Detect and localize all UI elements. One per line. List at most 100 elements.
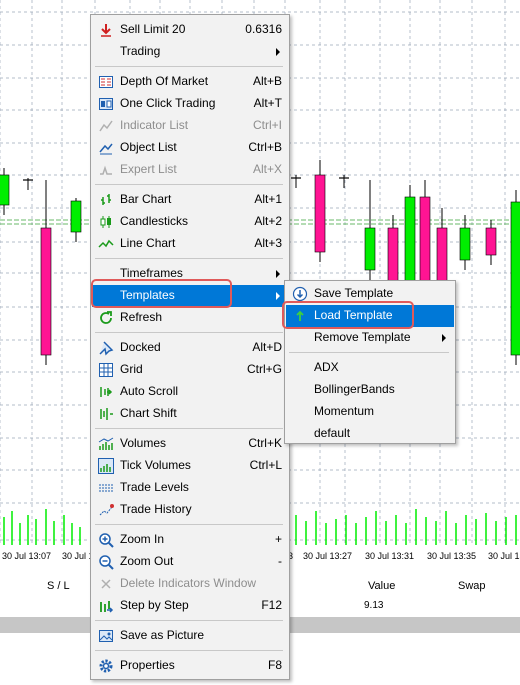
candle-body (0, 174, 10, 206)
value-cell: 9.13 (364, 600, 384, 611)
indicator-list-icon (99, 120, 113, 132)
menu-item-expert-list[interactable]: Expert List Alt+X (92, 159, 288, 181)
menu-item-label: Trade History (120, 502, 192, 516)
chart-shift-icon (100, 408, 113, 420)
candle-body (459, 227, 471, 261)
menu-item-bar-chart[interactable]: Bar Chart Alt+1 (92, 189, 288, 211)
menu-item-object-list[interactable]: Object List Ctrl+B (92, 137, 288, 159)
menu-item-shortcut: F8 (267, 658, 282, 672)
menu-item-step-by-step[interactable]: Step by Step F12 (92, 595, 288, 617)
menu-separator (95, 620, 283, 621)
menu-item-one-click-trading[interactable]: One Click Trading Alt+T (92, 93, 288, 115)
menu-item-label: Save Template (314, 286, 394, 300)
menu-item-shortcut: Ctrl+L (249, 458, 282, 472)
menu-item-candlesticks[interactable]: Candlesticks Alt+2 (92, 211, 288, 233)
menu-item-shortcut: Alt+1 (254, 192, 282, 206)
step-by-step-icon (100, 601, 114, 613)
menu-item-label: Indicator List (120, 118, 189, 132)
menu-item-label: Remove Template (314, 330, 411, 344)
menu-item-auto-scroll[interactable]: Auto Scroll (92, 381, 288, 403)
menu-item-sell-limit[interactable]: Sell Limit 20 0.6316 (92, 19, 288, 41)
menu-item-properties[interactable]: Properties F8 (92, 655, 288, 677)
object-list-icon (99, 143, 113, 155)
menu-item-remove-template[interactable]: Remove Template (286, 327, 454, 349)
menu-item-label: Sell Limit 20 (120, 22, 186, 36)
annotation-highlight-templates (91, 279, 232, 308)
column-header-sl[interactable]: S / L (47, 580, 70, 592)
menu-item-shortcut: Alt+X (252, 162, 282, 176)
auto-scroll-icon (100, 387, 113, 397)
menu-separator (95, 650, 283, 651)
menu-item-refresh[interactable]: Refresh (92, 307, 288, 329)
menu-item-delete-indicators-window[interactable]: Delete Indicators Window (92, 573, 288, 595)
menu-item-template-bollingerbands[interactable]: BollingerBands (286, 379, 454, 401)
menu-item-shortcut: Alt+2 (254, 214, 282, 228)
menu-item-label: Timeframes (120, 266, 183, 280)
menu-item-zoom-out[interactable]: Zoom Out - (92, 551, 288, 573)
menu-item-label: Trade Levels (120, 480, 189, 494)
menu-item-label: Save as Picture (120, 628, 205, 642)
menu-item-shortcut: Alt+D (252, 340, 282, 354)
menu-item-label: Tick Volumes (120, 458, 191, 472)
menu-item-label: Delete Indicators Window (120, 576, 257, 590)
menu-item-tick-volumes[interactable]: Tick Volumes Ctrl+L (92, 455, 288, 477)
menu-item-label: Line Chart (120, 236, 176, 250)
menu-item-template-momentum[interactable]: Momentum (286, 401, 454, 423)
menu-item-label: default (314, 426, 351, 440)
tick-volumes-icon (98, 458, 114, 474)
time-axis-label: 30 Jul 13 (488, 551, 520, 561)
menu-item-line-chart[interactable]: Line Chart Alt+3 (92, 233, 288, 255)
menu-item-volumes[interactable]: Volumes Ctrl+K (92, 433, 288, 455)
menu-item-value: 0.6316 (245, 22, 282, 36)
menu-item-indicator-list[interactable]: Indicator List Ctrl+I (92, 115, 288, 137)
menu-item-label: Candlesticks (120, 214, 189, 228)
menu-item-template-default[interactable]: default (286, 423, 454, 445)
menu-separator (95, 428, 283, 429)
delete-icon (101, 579, 111, 589)
menu-item-label: Momentum (314, 404, 375, 418)
menu-item-trade-levels[interactable]: Trade Levels (92, 477, 288, 499)
candle-body (364, 227, 376, 271)
menu-separator (95, 66, 283, 67)
menu-item-docked[interactable]: Docked Alt+D (92, 337, 288, 359)
menu-item-shortcut: Ctrl+B (248, 140, 282, 154)
time-axis-label: 30 Jul 13:31 (365, 551, 415, 561)
depth-of-market-icon (99, 76, 113, 88)
menu-item-template-adx[interactable]: ADX (286, 357, 454, 379)
menu-item-label: Depth Of Market (120, 74, 209, 88)
menu-item-label: Bar Chart (120, 192, 172, 206)
submenu-arrow-icon (276, 48, 280, 56)
menu-item-chart-shift[interactable]: Chart Shift (92, 403, 288, 425)
column-header-value[interactable]: Value (368, 580, 395, 592)
volumes-icon (98, 437, 114, 450)
sell-arrow-icon (101, 24, 111, 37)
time-axis-label: 30 Jul 1 (62, 551, 94, 561)
menu-item-zoom-in[interactable]: Zoom In + (92, 529, 288, 551)
menu-item-trading[interactable]: Trading (92, 41, 288, 63)
menu-item-save-as-picture[interactable]: Save as Picture (92, 625, 288, 647)
menu-item-label: Zoom Out (120, 554, 174, 568)
menu-item-label: Expert List (120, 162, 177, 176)
submenu-arrow-icon (276, 292, 280, 300)
menu-item-trade-history[interactable]: Trade History (92, 499, 288, 521)
line-chart-icon (98, 239, 114, 248)
menu-item-depth-of-market[interactable]: Depth Of Market Alt+B (92, 71, 288, 93)
save-template-icon (292, 286, 308, 302)
submenu-arrow-icon (442, 334, 446, 342)
menu-item-label: Docked (120, 340, 161, 354)
candle-body (40, 227, 52, 356)
menu-item-shortcut: Alt+3 (254, 236, 282, 250)
menu-separator (95, 258, 283, 259)
menu-item-label: Properties (120, 658, 175, 672)
pin-icon (99, 341, 114, 356)
menu-separator (95, 332, 283, 333)
candle-body (485, 227, 497, 256)
expert-list-icon (100, 165, 112, 175)
menu-item-shortcut: Ctrl+G (246, 362, 282, 376)
column-header-swap[interactable]: Swap (458, 580, 486, 592)
menu-item-grid[interactable]: Grid Ctrl+G (92, 359, 288, 381)
candlesticks-icon (100, 216, 111, 228)
menu-item-shortcut: F12 (261, 598, 282, 612)
menu-separator (95, 184, 283, 185)
menu-item-shortcut: Alt+T (253, 96, 282, 110)
